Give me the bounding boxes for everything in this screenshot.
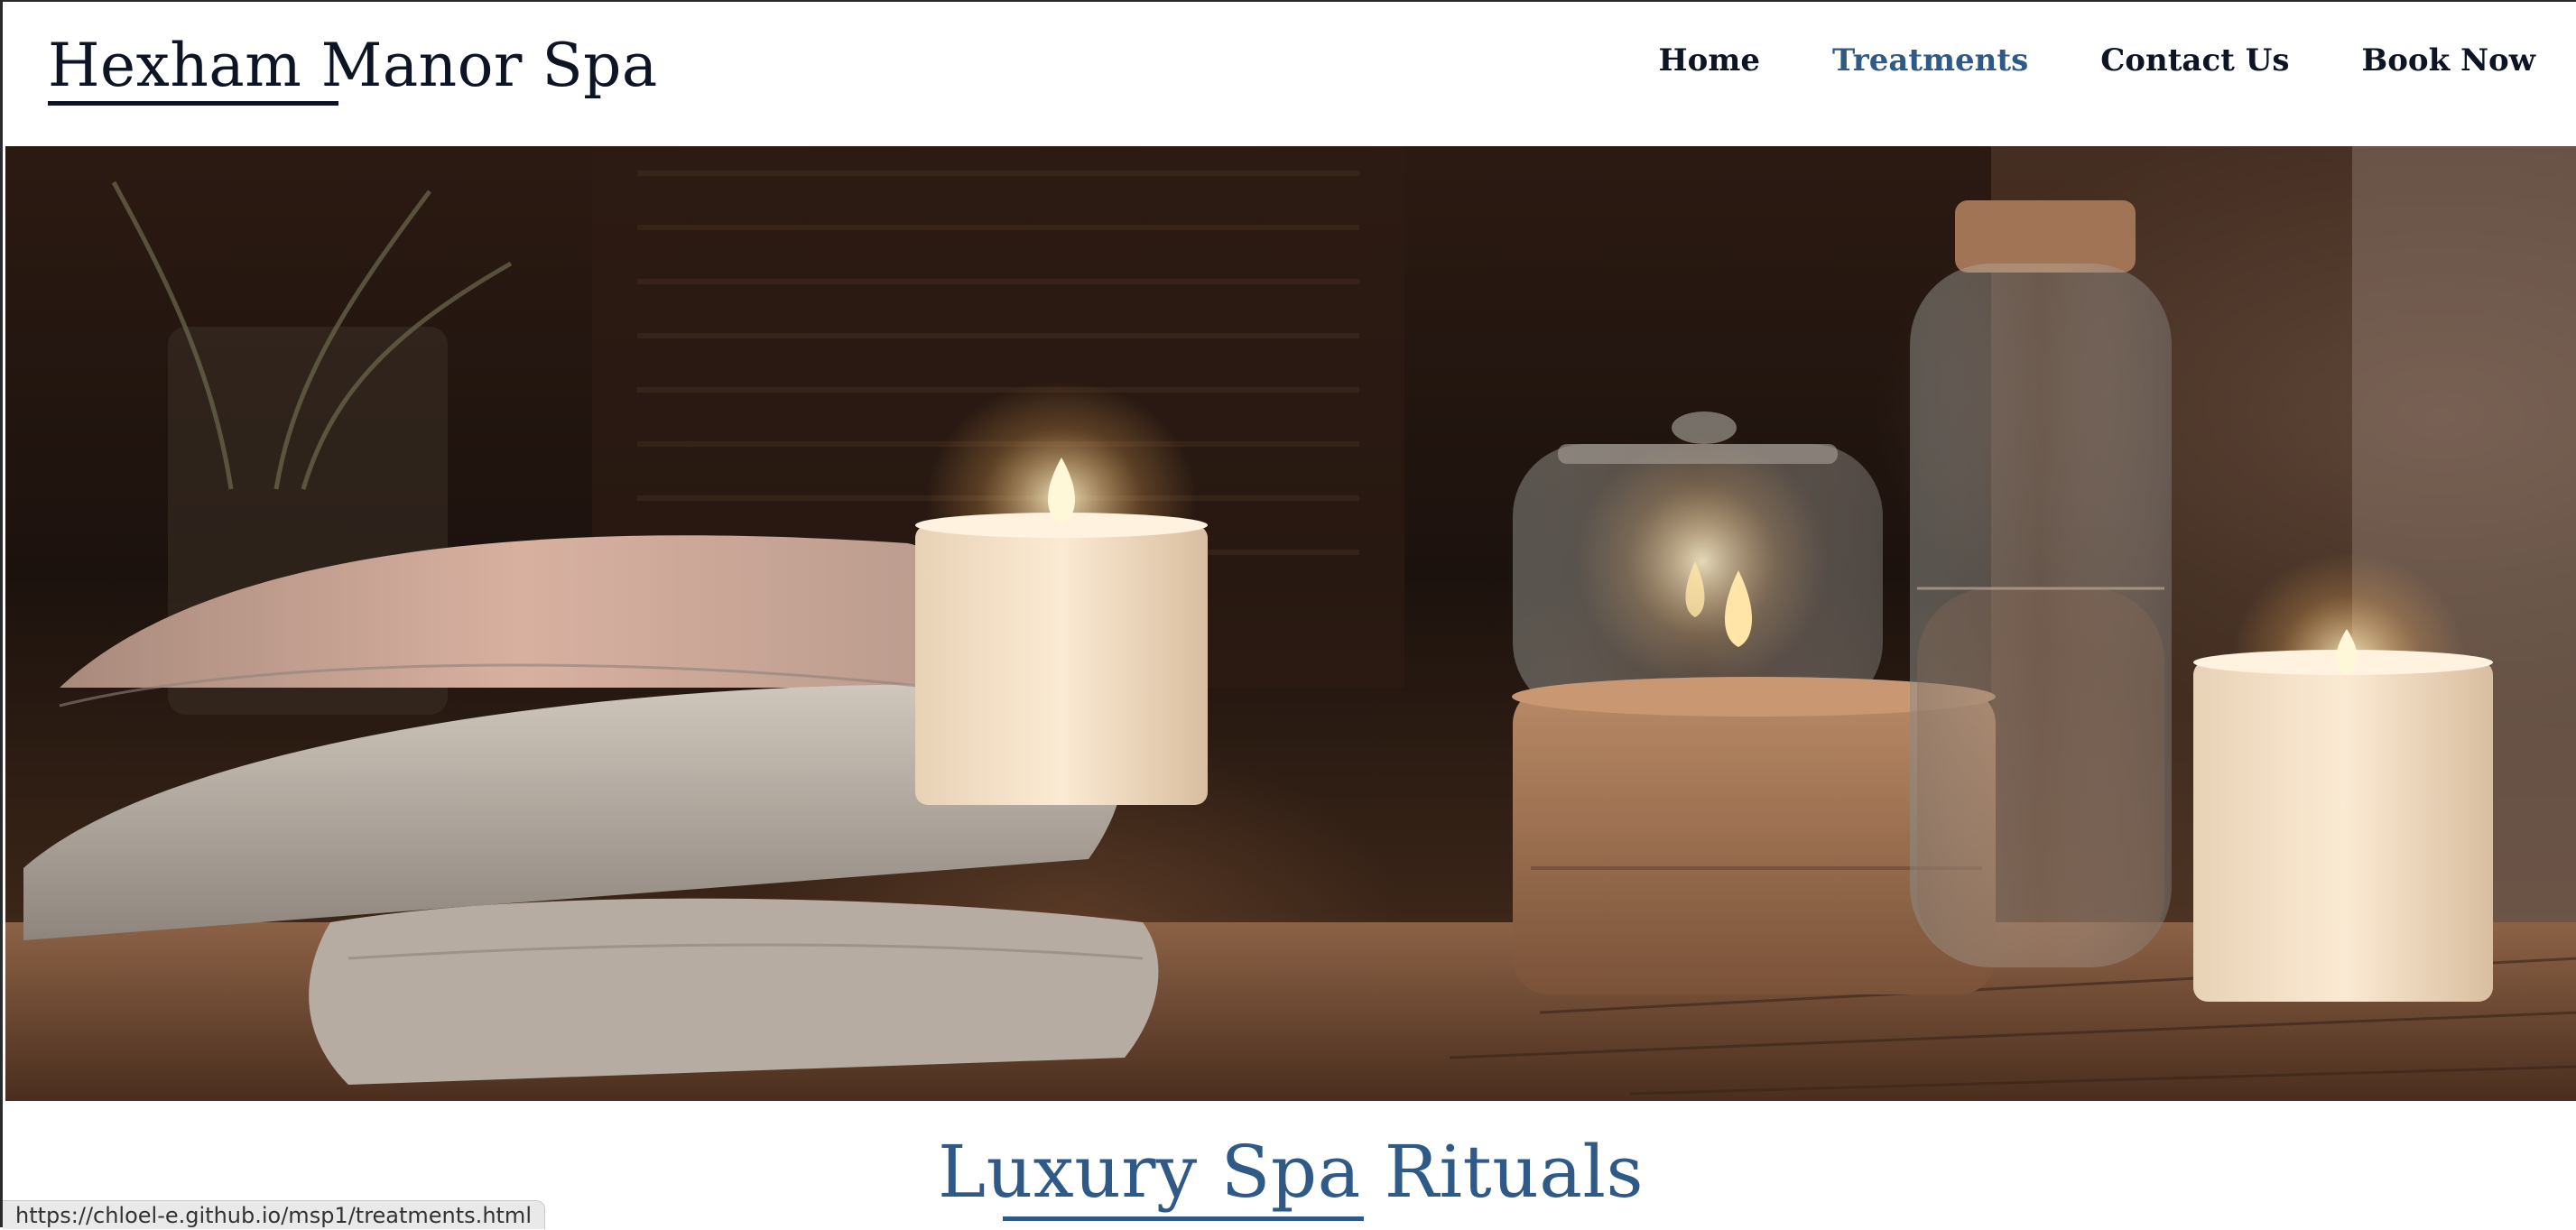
hero-image <box>5 146 2576 1101</box>
status-bar-url: https://chloel-e.github.io/msp1/treatmen… <box>3 1200 545 1229</box>
site-header: Hexham Manor Spa Home Treatments Contact… <box>3 2 2576 146</box>
brand-underline <box>48 101 338 106</box>
nav-book-now[interactable]: Book Now <box>2361 38 2535 83</box>
browser-viewport: Hexham Manor Spa Home Treatments Contact… <box>0 0 2576 1229</box>
main-nav: Home Treatments Contact Us Book Now <box>1587 38 2535 83</box>
nav-treatments[interactable]: Treatments <box>1832 38 2028 83</box>
nav-contact-us[interactable]: Contact Us <box>2100 38 2289 83</box>
nav-home[interactable]: Home <box>1659 38 1760 83</box>
hero-illustration <box>5 146 2576 1101</box>
section-title-underline <box>1003 1216 1364 1221</box>
brand-logo-text[interactable]: Hexham Manor Spa <box>48 31 658 100</box>
